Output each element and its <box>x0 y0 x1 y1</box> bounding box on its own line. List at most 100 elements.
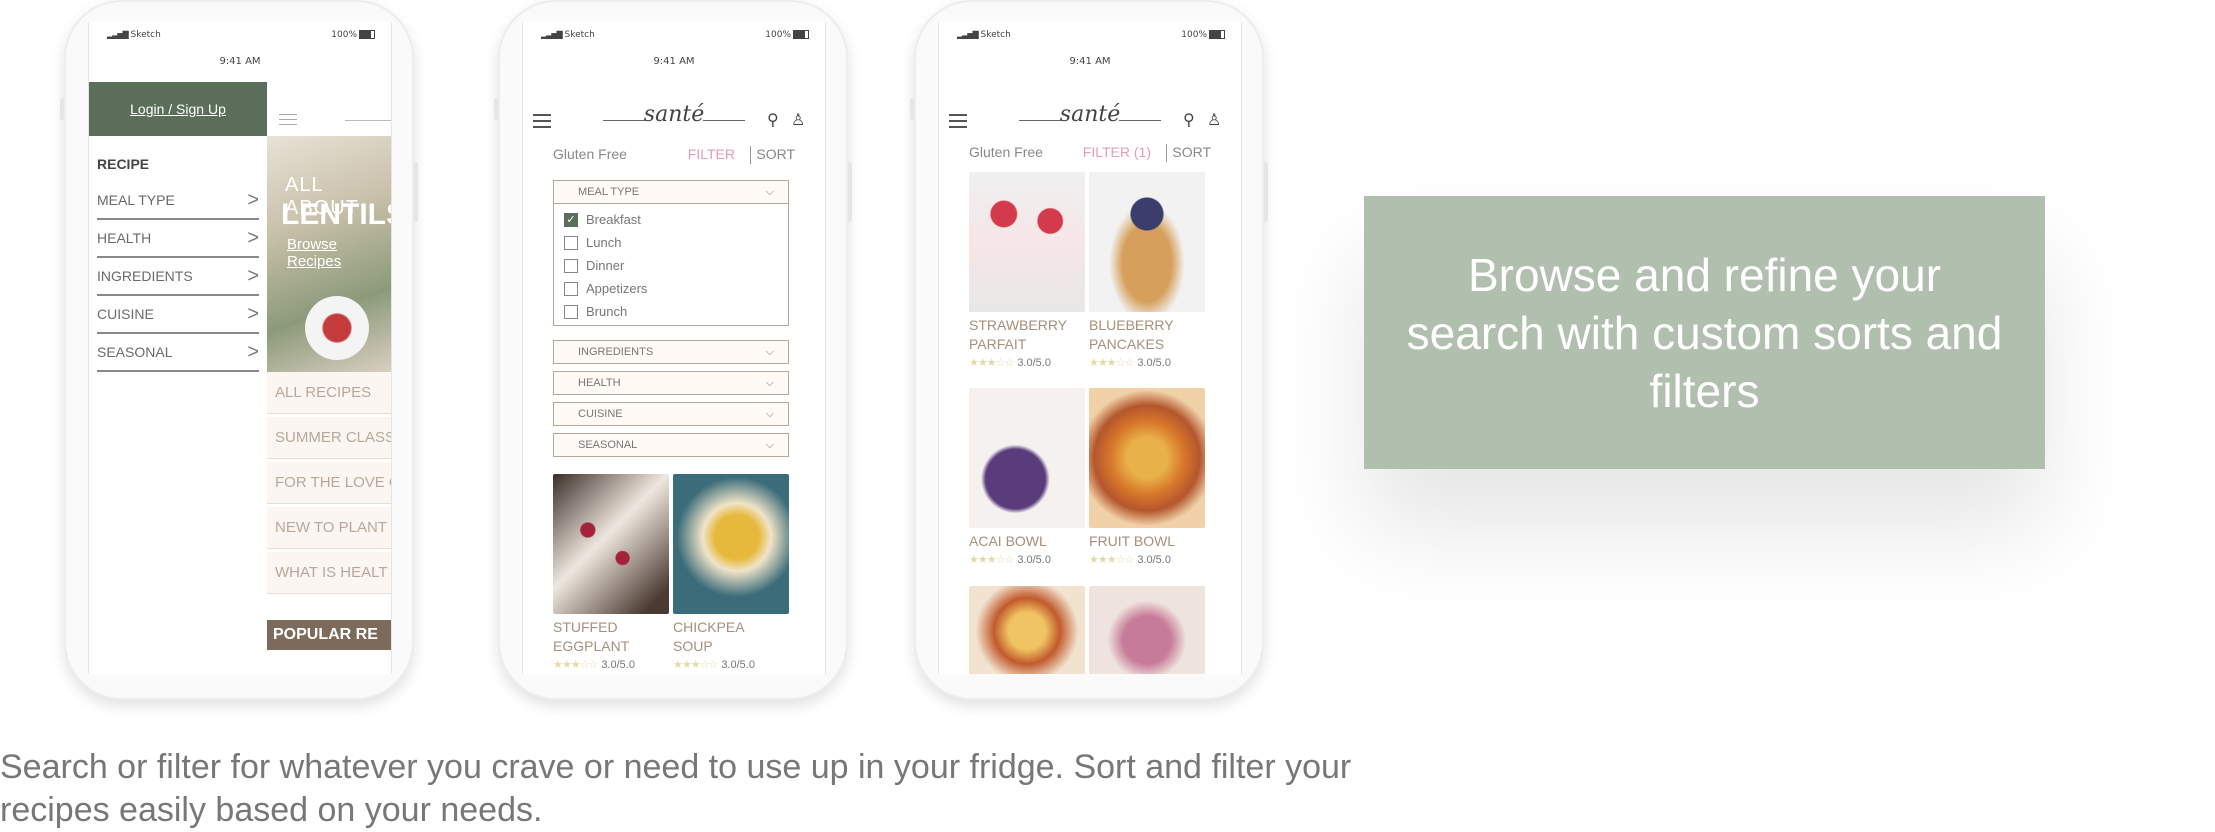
cuisine-dropdown[interactable]: CUISINE ⌵ <box>553 402 789 426</box>
diet-label[interactable]: Gluten Free <box>969 144 1043 160</box>
chevron-down-icon: ⌵ <box>765 185 774 198</box>
recipe-image <box>969 586 1085 674</box>
link-summer[interactable]: SUMMER CLASS <box>267 417 391 459</box>
recipe-card-stuffed-eggplant[interactable]: STUFFED EGGPLANT ★★★☆☆ 3.0/5.0 <box>553 474 669 671</box>
user-icon[interactable]: ♙ <box>1207 110 1221 129</box>
recipe-image <box>1089 172 1205 312</box>
recipe-image <box>969 388 1085 528</box>
link-love[interactable]: FOR THE LOVE O <box>267 462 391 504</box>
recipe-image <box>1089 388 1205 528</box>
meal-type-dropdown: MEAL TYPE ⌵ ✓ Breakfast Lunch Dinner Appet… <box>553 180 789 326</box>
menu-item-seasonal[interactable]: SEASONAL > <box>97 334 259 372</box>
chevron-down-icon: ⌵ <box>765 407 774 420</box>
menu-item-cuisine[interactable]: CUISINE > <box>97 296 259 334</box>
star-rating-icon: ★★★☆☆ <box>969 554 1014 566</box>
filter-button[interactable]: FILTER <box>688 146 735 162</box>
description-caption: Search or filter for whatever you crave … <box>0 748 1352 829</box>
recipe-card-blueberry-pancakes[interactable]: BLUEBERRY PANCAKES ★★★☆☆ 3.0/5.0 <box>1089 172 1205 369</box>
link-all-recipes[interactable]: ALL RECIPES <box>267 372 391 414</box>
side-button <box>494 98 498 120</box>
link-what-is-healthy[interactable]: WHAT IS HEALT <box>267 552 391 594</box>
recipe-image <box>553 474 669 614</box>
side-button <box>1264 162 1268 222</box>
logo-line <box>703 120 745 121</box>
clock: 9:41 AM <box>1069 56 1111 67</box>
phone-filter: ▂▃▅▇ Sketch 100% 9:41 AM santé ⚲ ♙ Glute… <box>494 0 852 700</box>
signal-icon: ▂▃▅▇ <box>957 30 979 39</box>
battery-icon <box>359 30 375 39</box>
screen: ▂▃▅▇ Sketch 100% 9:41 AM Login / Sign Up… <box>88 22 392 674</box>
checkbox[interactable] <box>564 258 578 273</box>
search-icon[interactable]: ⚲ <box>1183 110 1195 129</box>
menu-item-health[interactable]: HEALTH > <box>97 220 259 258</box>
logo-line <box>1119 120 1161 121</box>
clock: 9:41 AM <box>653 56 695 67</box>
menu-item-meal-type[interactable]: MEAL TYPE > <box>97 182 259 220</box>
link-new-to-plant[interactable]: NEW TO PLANT <box>267 507 391 549</box>
hero-banner: ALL ABOUT LENTILS Browse Recipes <box>267 136 391 372</box>
chevron-right-icon: > <box>247 188 259 211</box>
search-icon[interactable]: ⚲ <box>767 110 779 129</box>
recipe-card-fruit-bowl[interactable]: FRUIT BOWL ★★★☆☆ 3.0/5.0 <box>1089 388 1205 566</box>
filter-button[interactable]: FILTER (1) <box>1083 144 1151 160</box>
status-bar: ▂▃▅▇ Sketch 100% 9:41 AM <box>523 30 825 67</box>
meal-type-header[interactable]: MEAL TYPE ⌵ <box>554 181 788 203</box>
feature-callout: Browse and refine your search with custo… <box>1364 196 2045 469</box>
option-appetizers[interactable]: Appetizers <box>564 277 788 300</box>
side-button <box>60 98 64 120</box>
chevron-right-icon: > <box>247 340 259 363</box>
option-lunch[interactable]: Lunch <box>564 231 788 254</box>
logo-line <box>345 120 391 121</box>
hero-title: LENTILS <box>281 198 391 231</box>
bowl-image <box>305 296 369 360</box>
star-rating-icon: ★★★☆☆ <box>969 357 1014 369</box>
recipe-card-acai-bowl[interactable]: ACAI BOWL ★★★☆☆ 3.0/5.0 <box>969 388 1085 566</box>
login-signup-link[interactable]: Login / Sign Up <box>89 82 267 136</box>
hero-browse-link[interactable]: Browse Recipes <box>287 236 391 270</box>
ingredients-dropdown[interactable]: INGREDIENTS ⌵ <box>553 340 789 364</box>
side-button <box>414 162 418 222</box>
seasonal-dropdown[interactable]: SEASONAL ⌵ <box>553 433 789 457</box>
signal-icon: ▂▃▅▇ <box>541 30 563 39</box>
option-dinner[interactable]: Dinner <box>564 254 788 277</box>
star-rating-icon: ★★★☆☆ <box>1089 554 1134 566</box>
screen: ▂▃▅▇ Sketch 100% 9:41 AM santé ⚲ ♙ Glute… <box>938 22 1242 674</box>
recipe-card-partial[interactable] <box>1089 586 1205 674</box>
sort-button[interactable]: SORT <box>1172 144 1211 160</box>
health-dropdown[interactable]: HEALTH ⌵ <box>553 371 789 395</box>
menu-item-ingredients[interactable]: INGREDIENTS > <box>97 258 259 296</box>
status-bar: ▂▃▅▇ Sketch 100% 9:41 AM <box>939 30 1241 67</box>
side-button <box>910 98 914 120</box>
logo[interactable]: santé <box>939 102 1241 127</box>
chevron-down-icon: ⌵ <box>765 345 774 358</box>
checkbox-checked[interactable]: ✓ <box>564 212 578 227</box>
star-rating-icon: ★★★☆☆ <box>553 659 598 671</box>
phone-menu: ▂▃▅▇ Sketch 100% 9:41 AM Login / Sign Up… <box>60 0 418 700</box>
clock: 9:41 AM <box>219 56 261 67</box>
status-bar: ▂▃▅▇ Sketch 100% 9:41 AM <box>89 30 391 67</box>
sort-button[interactable]: SORT <box>756 146 795 162</box>
recipe-card-chickpea-soup[interactable]: CHICKPEA SOUP ★★★☆☆ 3.0/5.0 <box>673 474 789 671</box>
checkbox[interactable] <box>564 304 578 319</box>
option-brunch[interactable]: Brunch <box>564 300 788 323</box>
chevron-right-icon: > <box>247 226 259 249</box>
checkbox[interactable] <box>564 281 578 296</box>
star-rating-icon: ★★★☆☆ <box>673 659 718 671</box>
recipe-card-strawberry-parfait[interactable]: STRAWBERRY PARFAIT ★★★☆☆ 3.0/5.0 <box>969 172 1085 369</box>
battery-icon <box>1209 30 1225 39</box>
filter-toolbar: Gluten Free FILTER (1) SORT <box>969 144 1211 164</box>
user-icon[interactable]: ♙ <box>791 110 805 129</box>
diet-label[interactable]: Gluten Free <box>553 146 627 162</box>
checkbox[interactable] <box>564 235 578 250</box>
phone-results: ▂▃▅▇ Sketch 100% 9:41 AM santé ⚲ ♙ Glute… <box>910 0 1268 700</box>
hamburger-icon <box>279 110 297 129</box>
chevron-right-icon: > <box>247 264 259 287</box>
star-rating-icon: ★★★☆☆ <box>1089 357 1134 369</box>
screen: ▂▃▅▇ Sketch 100% 9:41 AM santé ⚲ ♙ Glute… <box>522 22 826 674</box>
recipe-card-partial[interactable] <box>969 586 1085 674</box>
meal-type-options: ✓ Breakfast Lunch Dinner Appetizers Brunc… <box>554 203 788 325</box>
logo[interactable]: santé <box>523 102 825 127</box>
option-breakfast[interactable]: ✓ Breakfast <box>564 208 788 231</box>
filter-toolbar: Gluten Free FILTER SORT <box>553 146 795 166</box>
chevron-down-icon: ⌵ <box>765 376 774 389</box>
